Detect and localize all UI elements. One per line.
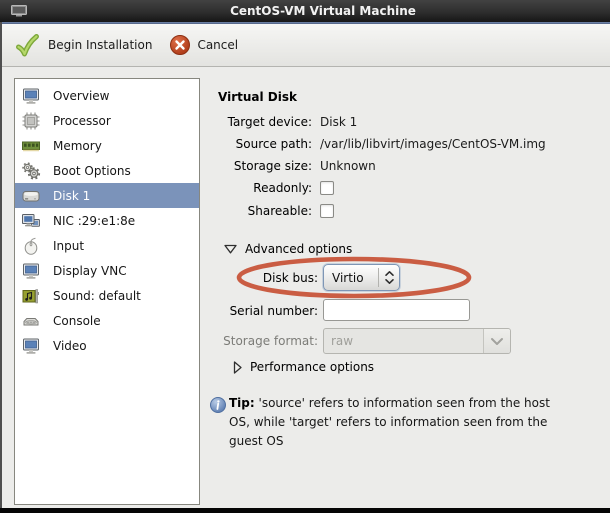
expander-closed-triangle-icon	[233, 361, 242, 374]
disk-bus-label: Disk bus:	[218, 271, 318, 285]
tip-line-2: OS, while 'target' refers to information…	[229, 413, 574, 432]
cancel-button[interactable]: Cancel	[166, 33, 246, 57]
disk-bus-combo[interactable]: Virtio	[323, 264, 400, 291]
performance-options-expander[interactable]: Performance options	[233, 360, 374, 374]
readonly-checkbox[interactable]	[320, 181, 334, 195]
tip-note: Tip: 'source' refers to information seen…	[229, 394, 574, 451]
sidebar-item-boot-options[interactable]: Boot Options	[15, 158, 199, 183]
sidebar-item-label: NIC :29:e1:8e	[53, 214, 135, 228]
sidebar-item-display-vnc[interactable]: Display VNC	[15, 258, 199, 283]
sidebar-item-label: Processor	[53, 114, 111, 128]
toolbar-separator	[0, 66, 610, 67]
target-device-row: Target device: Disk 1	[218, 115, 357, 129]
network-icon	[21, 211, 41, 231]
monitor-icon	[21, 336, 41, 356]
window-left-border	[0, 22, 2, 508]
sidebar-item-label: Console	[53, 314, 101, 328]
serial-port-icon	[21, 311, 41, 331]
monitor-icon	[21, 86, 41, 106]
hardware-list: Overview Processor Memory	[14, 78, 200, 505]
sidebar-item-video[interactable]: Video	[15, 333, 199, 358]
begin-installation-button[interactable]: Begin Installation	[10, 30, 160, 61]
sidebar-item-memory[interactable]: Memory	[15, 133, 199, 158]
begin-installation-label: Begin Installation	[48, 38, 152, 52]
source-path-value: /var/lib/libvirt/images/CentOS-VM.img	[320, 137, 546, 151]
tip-line-3: guest OS	[229, 432, 574, 451]
sidebar-item-overview[interactable]: Overview	[15, 83, 199, 108]
storage-format-value: raw	[324, 334, 483, 348]
sound-card-icon	[21, 286, 41, 306]
serial-number-row: Serial number:	[218, 304, 318, 318]
storage-size-value: Unknown	[320, 159, 376, 173]
sidebar-item-label: Input	[53, 239, 84, 253]
sidebar-item-nic[interactable]: NIC :29:e1:8e	[15, 208, 199, 233]
sidebar-item-label: Memory	[53, 139, 102, 153]
sidebar-item-label: Video	[53, 339, 87, 353]
source-path-label: Source path:	[218, 137, 312, 151]
readonly-row: Readonly:	[218, 181, 334, 195]
disk-bus-value: Virtio	[324, 271, 378, 285]
expander-open-triangle-icon	[224, 244, 237, 254]
gears-icon	[21, 161, 41, 181]
sidebar-item-label: Boot Options	[53, 164, 131, 178]
cancel-label: Cancel	[197, 38, 238, 52]
sidebar-item-console[interactable]: Console	[15, 308, 199, 333]
serial-number-label: Serial number:	[218, 304, 318, 318]
storage-format-row: Storage format:	[218, 334, 318, 348]
memory-icon	[21, 136, 41, 156]
stepper-arrows-icon	[378, 268, 399, 287]
advanced-options-label: Advanced options	[245, 242, 352, 256]
shareable-checkbox[interactable]	[320, 204, 334, 218]
mouse-icon	[21, 236, 41, 256]
chevron-down-icon	[483, 329, 510, 353]
sidebar-item-input[interactable]: Input	[15, 233, 199, 258]
titlebar: CentOS-VM Virtual Machine	[0, 0, 610, 22]
sidebar-item-disk-1[interactable]: Disk 1	[15, 183, 199, 208]
sidebar-item-sound[interactable]: Sound: default	[15, 283, 199, 308]
sidebar-item-label: Sound: default	[53, 289, 141, 303]
cpu-icon	[21, 111, 41, 131]
hard-disk-icon	[21, 186, 41, 206]
storage-size-label: Storage size:	[218, 159, 312, 173]
sidebar-item-label: Overview	[53, 89, 110, 103]
storage-size-row: Storage size: Unknown	[218, 159, 376, 173]
tip-line-1: 'source' refers to information seen from…	[259, 396, 550, 410]
info-icon	[210, 397, 226, 413]
readonly-label: Readonly:	[218, 181, 312, 195]
advanced-options-expander[interactable]: Advanced options	[224, 242, 352, 256]
virtual-machine-window: CentOS-VM Virtual Machine Begin Installa…	[0, 0, 610, 513]
storage-format-label: Storage format:	[218, 334, 318, 348]
tip-label: Tip:	[229, 396, 255, 410]
target-device-value: Disk 1	[320, 115, 357, 129]
shareable-label: Shareable:	[218, 204, 312, 218]
toolbar: Begin Installation Cancel	[0, 24, 610, 66]
checkmark-icon	[14, 32, 41, 59]
tip-line: Tip: 'source' refers to information seen…	[229, 394, 574, 413]
cancel-x-icon	[170, 35, 190, 55]
sidebar-item-label: Disk 1	[53, 189, 90, 203]
window-bottom-border	[0, 508, 610, 513]
storage-format-combo: raw	[323, 328, 511, 354]
window-title: CentOS-VM Virtual Machine	[0, 0, 610, 22]
sidebar-item-processor[interactable]: Processor	[15, 108, 199, 133]
source-path-row: Source path: /var/lib/libvirt/images/Cen…	[218, 137, 546, 151]
disk-bus-row: Disk bus:	[218, 271, 318, 285]
performance-options-label: Performance options	[250, 360, 374, 374]
page-title: Virtual Disk	[218, 90, 297, 104]
shareable-row: Shareable:	[218, 204, 334, 218]
monitor-icon	[21, 261, 41, 281]
sidebar-item-label: Display VNC	[53, 264, 127, 278]
target-device-label: Target device:	[218, 115, 312, 129]
serial-number-input[interactable]	[323, 299, 470, 321]
